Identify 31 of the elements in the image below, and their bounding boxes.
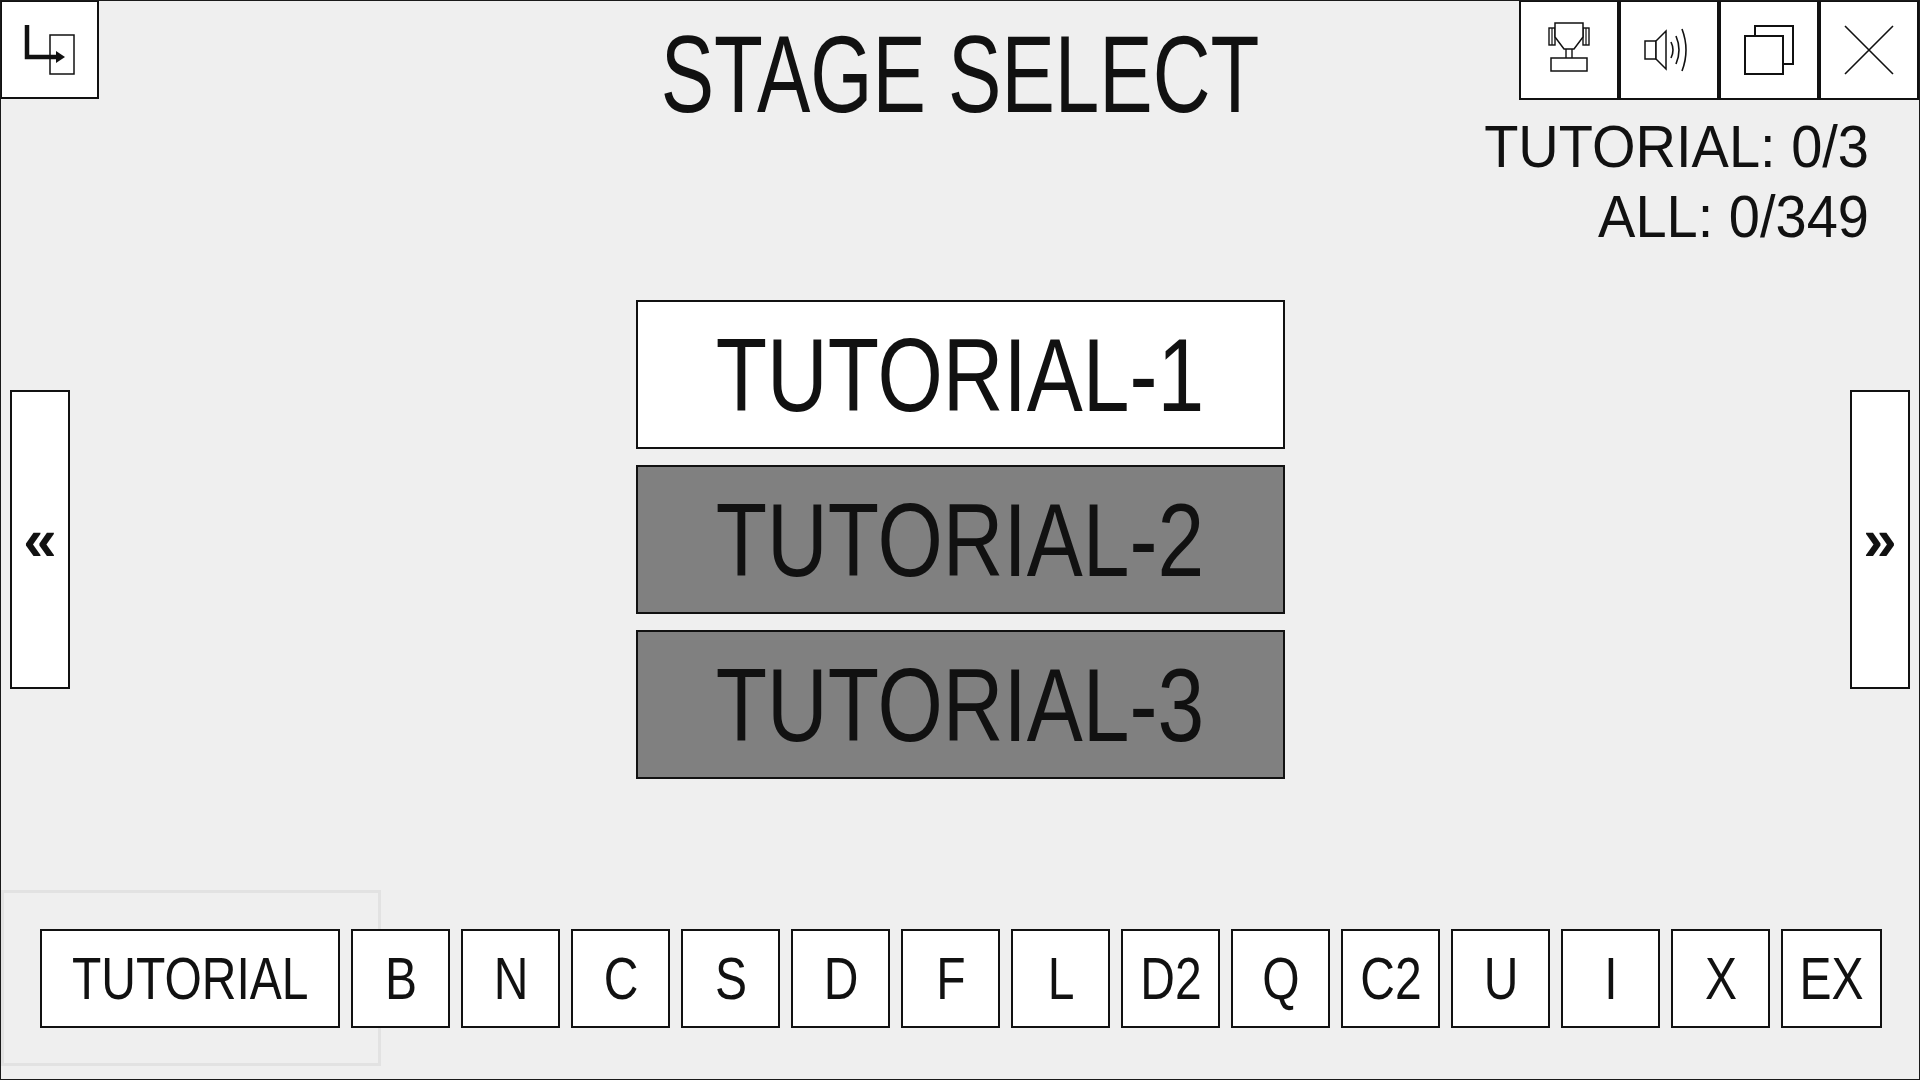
category-tab[interactable]: C (571, 929, 671, 1028)
stage-button[interactable]: TUTORIAL-2 (635, 465, 1285, 614)
sound-button[interactable] (1619, 1, 1719, 100)
category-tab[interactable]: TUTORIAL (40, 929, 341, 1028)
category-tab[interactable]: Q (1231, 929, 1331, 1028)
close-button[interactable] (1819, 1, 1919, 100)
category-tab[interactable]: D2 (1121, 929, 1221, 1028)
next-page-button[interactable]: » (1850, 390, 1910, 689)
overlapping-squares-icon (1744, 25, 1794, 75)
progress-text: ALL: 0/349 (1598, 182, 1869, 252)
category-tab[interactable]: N (461, 929, 561, 1028)
back-button[interactable] (1, 1, 99, 99)
stage-button[interactable]: TUTORIAL-3 (635, 630, 1285, 779)
page-title: STAGE SELECT (660, 20, 1260, 130)
category-tab[interactable]: U (1451, 929, 1551, 1028)
category-tab[interactable]: C2 (1341, 929, 1441, 1028)
category-tab[interactable]: S (681, 929, 781, 1028)
category-tab[interactable]: F (901, 929, 1001, 1028)
window-button[interactable] (1719, 1, 1819, 100)
previous-page-button[interactable]: « (10, 390, 70, 689)
stage-button[interactable]: TUTORIAL-1 (635, 300, 1285, 449)
category-tab[interactable]: B (351, 929, 451, 1028)
trophy-button[interactable] (1519, 1, 1619, 100)
return-arrow-icon (23, 23, 76, 76)
category-tab[interactable]: EX (1781, 929, 1882, 1028)
category-tab[interactable]: L (1011, 929, 1111, 1028)
category-tab[interactable]: I (1561, 929, 1661, 1028)
progress-text: TUTORIAL: 0/3 (1484, 112, 1869, 182)
category-tab[interactable]: X (1671, 929, 1771, 1028)
close-icon (1844, 25, 1894, 75)
category-tab[interactable]: D (791, 929, 891, 1028)
